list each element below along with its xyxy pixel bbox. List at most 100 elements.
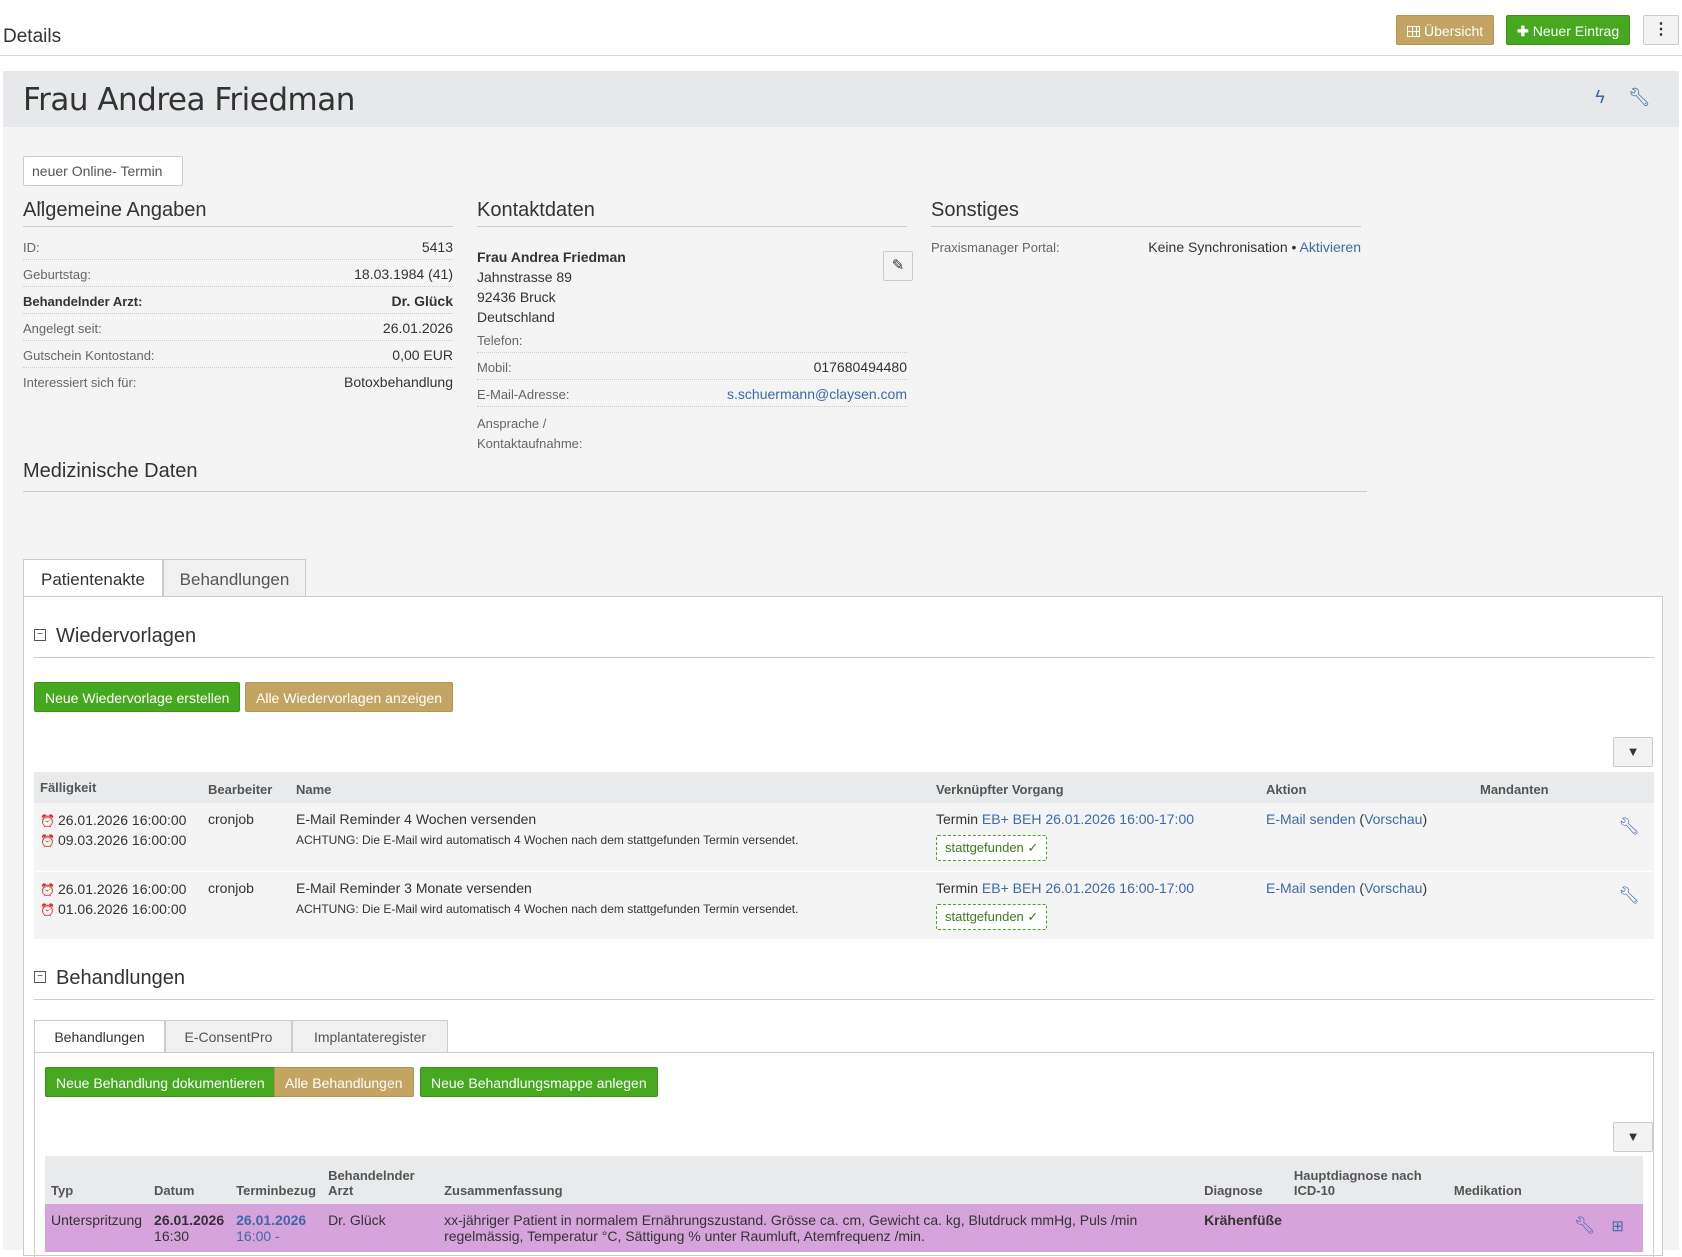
row-actions: 🔧︎ [1594,871,1654,939]
tenant-cell [1474,803,1594,871]
general-label: Angelegt seit: [23,321,102,336]
new-entry-button[interactable]: ✚ Neuer Eintrag [1506,15,1631,45]
general-value: Botoxbehandlung [344,374,453,390]
reminders-title: Wiedervorlagen [56,625,197,647]
due-date: 01.06.2026 16:00:00 [57,900,187,917]
due-dates: ⏰ 26.01.2026 16:00:00 ⏰ 01.06.2026 16:00:0… [34,871,202,939]
column-header[interactable]: Fälligkeit [34,772,202,803]
filter-icon: ▼ [1626,1129,1640,1144]
email-link[interactable]: s.schuermann@claysen.com [727,386,907,402]
patient-record-content: − Wiedervorlagen Neue Wiedervorlage erste… [23,596,1663,1257]
appointment-link[interactable]: EB+ BEH 26.01.2026 16:00-17:00 [982,880,1194,896]
overview-button[interactable]: Übersicht [1396,15,1495,45]
general-section-title: Allgemeine Angaben [23,199,453,227]
all-treatments-button[interactable]: Alle Behandlungen [274,1067,414,1097]
general-value: Dr. Glück [391,293,453,309]
general-label: Interessiert sich für: [23,375,137,390]
contact-address: Frau Andrea Friedman Jahnstrasse 89 9243… [477,247,626,327]
edit-contact-button[interactable]: ✎ [883,251,913,281]
treatments-title: Behandlungen [56,967,186,989]
online-appointment-select[interactable]: neuer Online- Termin ⌄ [23,156,183,207]
column-header[interactable]: Mandanten [1474,772,1594,803]
top-bar: Details Übersicht ✚ Neuer Eintrag ⋮ [0,0,1682,56]
medical-section-title: Medizinische Daten [23,460,1367,492]
wrench-icon[interactable]: 🔧︎ [1574,1216,1596,1235]
wrench-icon[interactable]: 🔧︎ [1628,87,1651,109]
new-treatment-button[interactable]: Neue Behandlung dokumentieren [45,1067,276,1097]
appointment-link[interactable]: EB+ BEH 26.01.2026 16:00-17:00 [982,811,1194,827]
general-value: 0,00 EUR [392,347,453,363]
expand-plus-icon[interactable]: ⊞ [1611,1218,1624,1235]
column-header[interactable]: Name [290,772,930,803]
column-header[interactable]: Hauptdiagnose nach ICD-10 [1288,1156,1448,1204]
tab-patient-record[interactable]: Patientenakte [23,559,163,599]
misc-row-portal: Praxismanager Portal: Keine Synchronisat… [931,233,1361,260]
column-header[interactable]: Verknüpfter Vorgang [930,772,1260,803]
panel-header: Frau Andrea Friedman ϟ 🔧︎ [3,71,1679,127]
treatments-table: Typ Datum Terminbezug Behandelnder Arzt … [45,1156,1643,1252]
reminder-name-cell: E-Mail Reminder 4 Wochen versenden ACHTU… [290,803,930,871]
contact-info-list: Telefon: Mobil: 017680494480 E-Mail-Adres… [477,326,907,454]
collapse-icon[interactable]: − [34,628,46,641]
icd-diagnosis [1288,1204,1448,1252]
tab-econsent[interactable]: E-ConsentPro [165,1020,292,1053]
status-badge: stattgefunden ✓ [936,835,1048,861]
preview-link[interactable]: Vorschau [1364,880,1422,896]
new-treatment-folder-button[interactable]: Neue Behandlungsmappe anlegen [420,1067,658,1097]
contact-street: Jahnstrasse 89 [477,269,572,285]
misc-info-list: Praxismanager Portal: Keine Synchronisat… [931,233,1361,260]
column-header-actions [1568,1156,1643,1204]
collapse-icon[interactable]: − [34,970,46,983]
column-header[interactable]: Diagnose [1198,1156,1288,1204]
filter-treatments-button[interactable]: ▼ [1613,1122,1653,1152]
activate-link[interactable]: Aktivieren [1300,239,1361,255]
reminder-name: E-Mail Reminder 3 Monate versenden [296,879,532,896]
table-row: ⏰ 26.01.2026 16:00:00 ⏰ 09.03.2026 16:00:0… [34,803,1654,871]
tab-treatments[interactable]: Behandlungen [163,559,306,599]
misc-value: Keine Synchronisation • Aktivieren [1148,239,1361,255]
preview-link[interactable]: Vorschau [1364,811,1422,827]
appointment-ref-link[interactable]: 26.01.2026 [236,1212,306,1228]
column-header[interactable]: Datum [148,1156,230,1204]
tab-implant-register[interactable]: Implantateregister [292,1020,448,1053]
contact-row-mobile: Mobil: 017680494480 [477,353,907,380]
reminders-table: Fälligkeit Bearbeiter Name Verknüpfter V… [34,772,1654,939]
send-email-link[interactable]: E-Mail senden [1266,880,1356,896]
action-cell: E-Mail senden (Vorschau) [1266,879,1428,896]
column-header[interactable]: Terminbezug [230,1156,322,1204]
divider [34,657,1654,658]
column-header[interactable]: Medikation [1448,1156,1568,1204]
online-appointment-select-value: neuer Online- Termin [32,163,163,179]
more-menu-button[interactable]: ⋮ [1643,15,1679,45]
contact-value: 017680494480 [813,359,907,375]
general-value: 18.03.1984 (41) [354,266,453,282]
general-label: Gutschein Kontostand: [23,348,155,363]
general-value: 26.01.2026 [382,320,453,336]
contact-label: E-Mail-Adresse: [477,387,570,402]
wrench-icon[interactable]: 🔧︎ [1618,817,1640,836]
column-header[interactable]: Bearbeiter [202,772,290,803]
column-header[interactable]: Zusammenfassung [438,1156,1198,1204]
column-header[interactable]: Behandelnder Arzt [322,1156,438,1204]
wrench-icon[interactable]: 🔧︎ [1618,886,1640,905]
alarm-icon: ⏰ [40,902,55,917]
general-value: 5413 [421,239,453,255]
all-reminders-button[interactable]: Alle Wiedervorlagen anzeigen [245,682,453,712]
reminder-name-cell: E-Mail Reminder 3 Monate versenden ACHTU… [290,871,930,939]
general-info-list: ID: 5413 Geburtstag: 18.03.1984 (41) Behan… [23,233,453,395]
column-header[interactable]: Typ [45,1156,148,1204]
new-reminder-button[interactable]: Neue Wiedervorlage erstellen [34,682,241,712]
tab-treatments-list[interactable]: Behandlungen [34,1020,165,1053]
column-header[interactable]: Aktion [1260,772,1474,803]
misc-label: Praxismanager Portal: [931,240,1060,255]
general-row-voucher: Gutschein Kontostand: 0,00 EUR [23,341,453,368]
reminder-name: E-Mail Reminder 4 Wochen versenden [296,811,537,827]
filter-reminders-button[interactable]: ▼ [1613,737,1653,767]
plus-icon: ✚ [1517,23,1529,39]
row-actions: 🔧︎ ⊞ [1568,1204,1643,1252]
patient-name: Frau Andrea Friedman [23,82,355,118]
contact-label: Ansprache / [477,416,547,431]
send-email-link[interactable]: E-Mail senden [1266,811,1356,827]
lightning-icon[interactable]: ϟ [1589,87,1611,109]
more-vertical-icon: ⋮ [1653,21,1669,38]
